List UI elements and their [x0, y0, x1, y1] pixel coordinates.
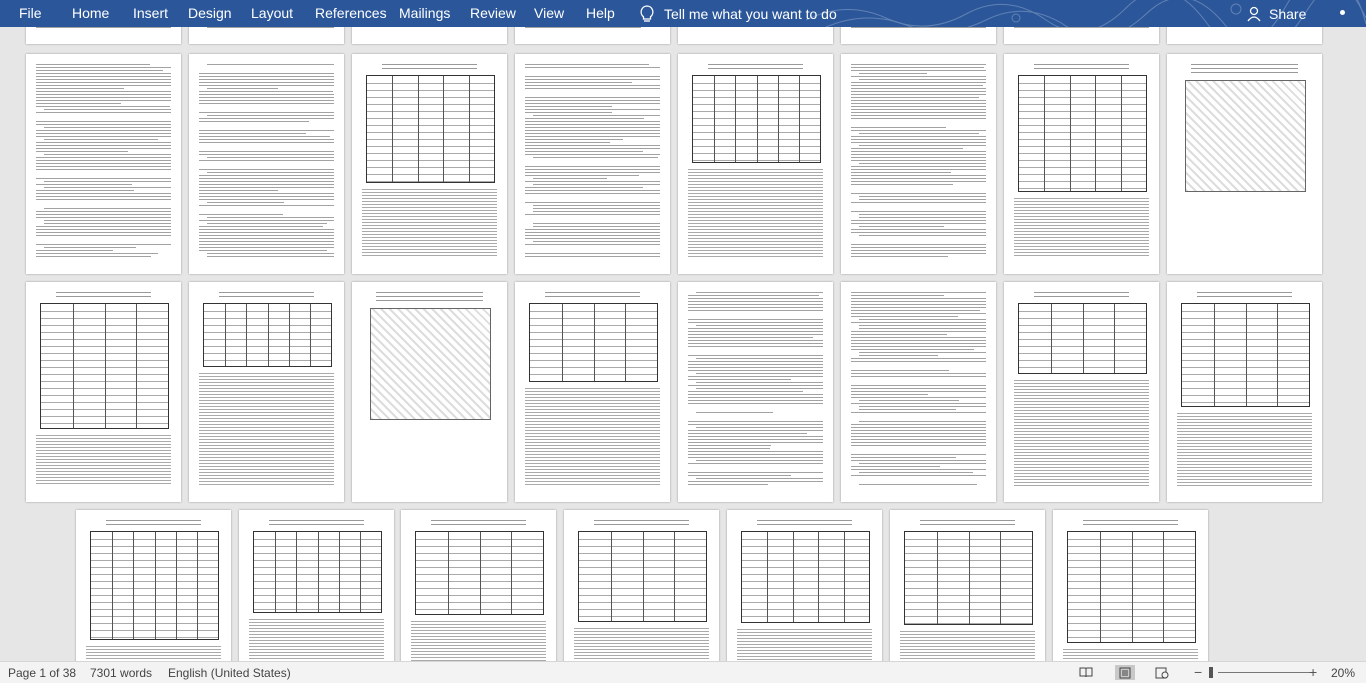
- page-thumbnail[interactable]: [890, 510, 1045, 661]
- tab-view[interactable]: View: [534, 5, 564, 21]
- page-thumbnail[interactable]: [1167, 27, 1322, 44]
- zoom-slider-track[interactable]: [1218, 672, 1310, 673]
- page-thumbnail[interactable]: [239, 510, 394, 661]
- page-image: [1185, 80, 1306, 192]
- page-thumbnail[interactable]: [189, 282, 344, 502]
- page-thumbnail[interactable]: [26, 54, 181, 274]
- page-thumbnail[interactable]: [727, 510, 882, 661]
- page-thumbnail[interactable]: [841, 27, 996, 44]
- print-layout-icon: [1119, 667, 1131, 678]
- read-mode-icon: [1079, 667, 1093, 678]
- file-menu[interactable]: File: [19, 5, 42, 21]
- page-thumbnail[interactable]: [564, 510, 719, 661]
- tell-me-text: Tell me what you want to do: [664, 6, 837, 22]
- lightbulb-icon: [640, 5, 654, 22]
- zoom-percent[interactable]: 20%: [1331, 666, 1355, 680]
- page-thumbnail[interactable]: [1167, 54, 1322, 274]
- page-thumbnail[interactable]: [515, 54, 670, 274]
- page-thumbnail[interactable]: [841, 282, 996, 502]
- tell-me-box[interactable]: Tell me what you want to do: [640, 4, 837, 24]
- page-thumbnail[interactable]: [26, 27, 181, 44]
- page-thumbnail[interactable]: [1053, 510, 1208, 661]
- page-thumbnail[interactable]: [1004, 54, 1159, 274]
- page-thumbnail[interactable]: [26, 282, 181, 502]
- tab-layout[interactable]: Layout: [251, 5, 293, 21]
- language-indicator[interactable]: English (United States): [168, 666, 291, 680]
- word-count[interactable]: 7301 words: [90, 666, 152, 680]
- page-thumbnail[interactable]: [515, 27, 670, 44]
- tab-design[interactable]: Design: [188, 5, 232, 21]
- ribbon-bar: File Home Insert Design Layout Reference…: [0, 0, 1366, 27]
- page-thumbnail[interactable]: [1004, 27, 1159, 44]
- zoom-slider-thumb[interactable]: [1209, 667, 1213, 678]
- tab-home[interactable]: Home: [72, 5, 109, 21]
- zoom-out-button[interactable]: −: [1194, 664, 1202, 680]
- ribbon-options-dot[interactable]: [1340, 10, 1345, 15]
- page-image: [370, 308, 491, 420]
- document-canvas[interactable]: [0, 27, 1366, 661]
- tab-mailings[interactable]: Mailings: [399, 5, 450, 21]
- page-thumbnail[interactable]: [678, 27, 833, 44]
- share-label: Share: [1269, 6, 1307, 22]
- zoom-in-button[interactable]: +: [1309, 664, 1317, 680]
- tab-insert[interactable]: Insert: [133, 5, 168, 21]
- page-thumbnail[interactable]: [189, 27, 344, 44]
- page-thumbnail[interactable]: [678, 54, 833, 274]
- share-button[interactable]: Share: [1247, 4, 1306, 24]
- tab-review[interactable]: Review: [470, 5, 516, 21]
- web-layout-button[interactable]: [1152, 665, 1172, 680]
- page-thumbnail[interactable]: [352, 54, 507, 274]
- web-layout-icon: [1155, 667, 1169, 678]
- read-mode-button[interactable]: [1076, 665, 1096, 680]
- page-thumbnail[interactable]: [352, 27, 507, 44]
- page-count[interactable]: Page 1 of 38: [8, 666, 76, 680]
- page-thumbnail[interactable]: [76, 510, 231, 661]
- page-thumbnail[interactable]: [189, 54, 344, 274]
- page-thumbnail[interactable]: [352, 282, 507, 502]
- print-layout-button[interactable]: [1115, 665, 1135, 680]
- tab-references[interactable]: References: [315, 5, 387, 21]
- page-thumbnail[interactable]: [515, 282, 670, 502]
- status-bar: Page 1 of 38 7301 words English (United …: [0, 661, 1366, 683]
- page-thumbnail[interactable]: [1167, 282, 1322, 502]
- page-thumbnail[interactable]: [841, 54, 996, 274]
- page-thumbnail[interactable]: [1004, 282, 1159, 502]
- tab-help[interactable]: Help: [586, 5, 615, 21]
- page-thumbnail[interactable]: [401, 510, 556, 661]
- person-icon: [1247, 6, 1261, 22]
- page-thumbnail[interactable]: [678, 282, 833, 502]
